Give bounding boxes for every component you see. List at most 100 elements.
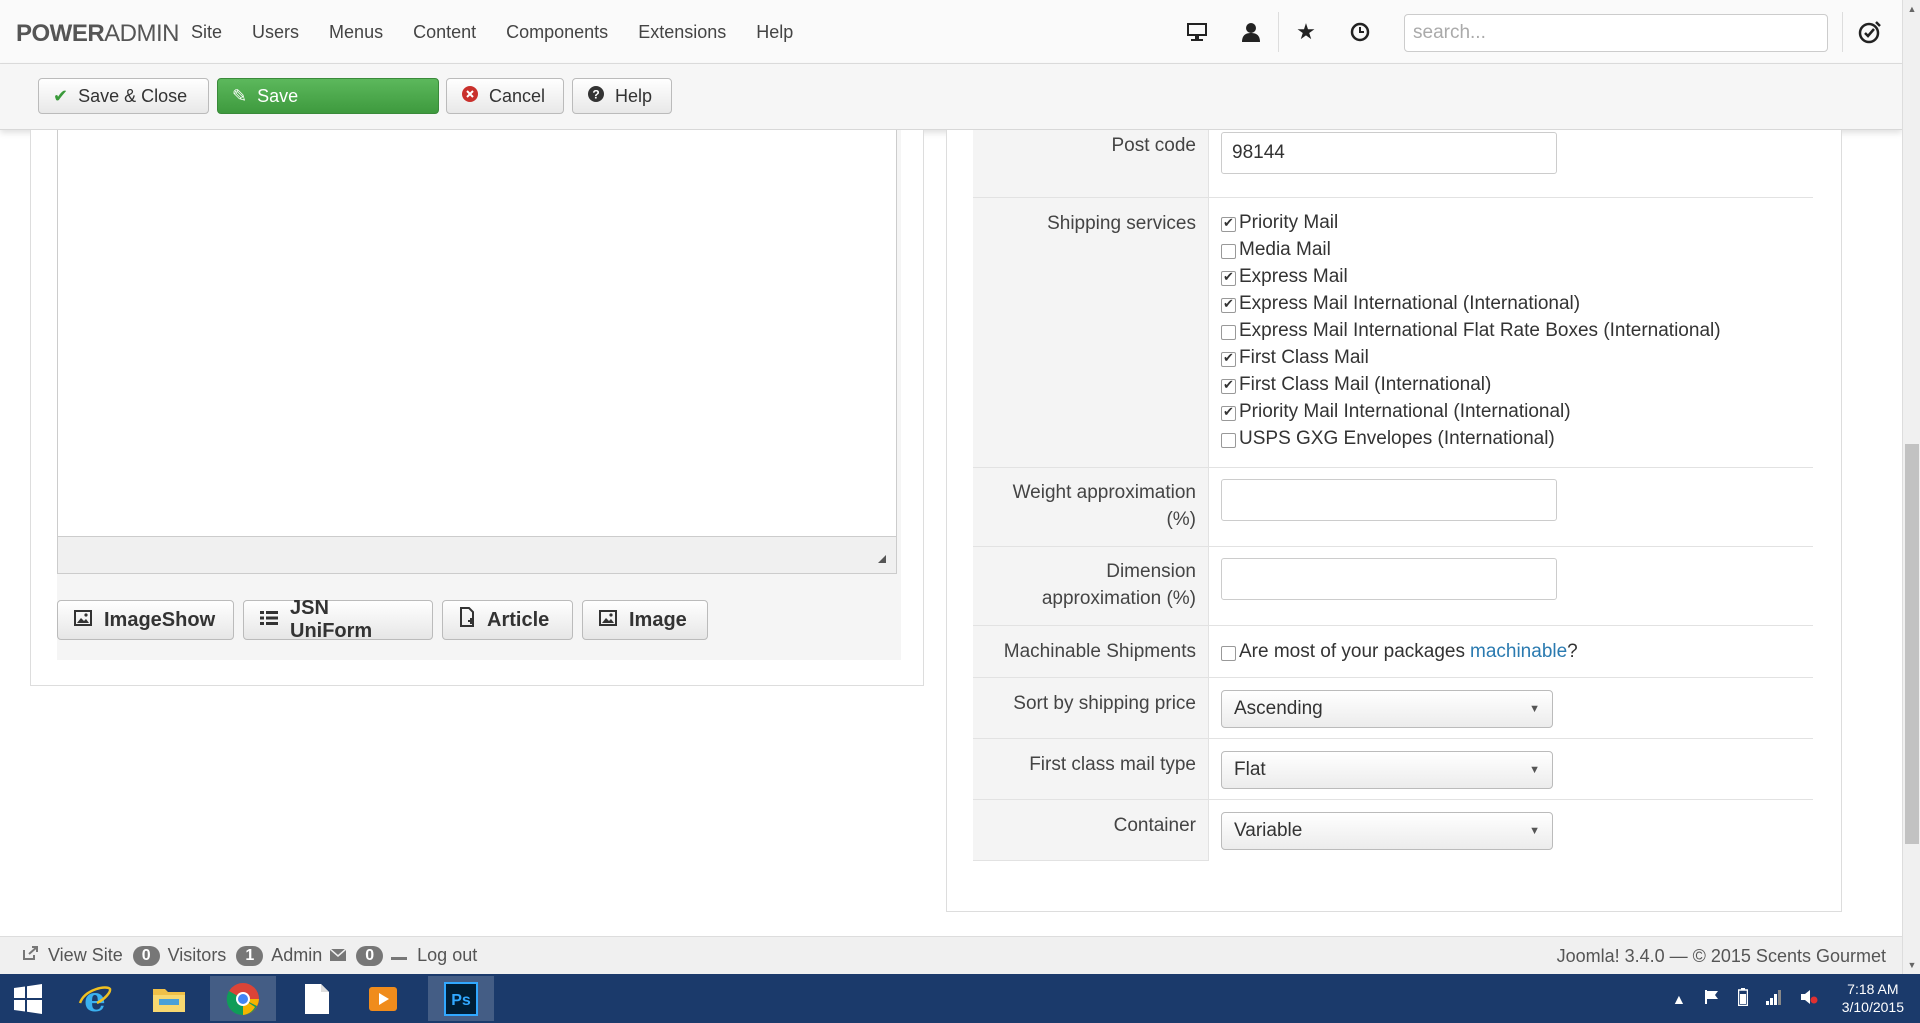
imageshow-button[interactable]: ImageShow — [57, 600, 234, 640]
page-scrollbar[interactable]: ▲ ▼ — [1902, 0, 1920, 974]
first-class-type-select[interactable]: Flat ▼ — [1221, 751, 1553, 789]
system-tray: ▲ — [1672, 974, 1818, 1023]
file-explorer-icon[interactable] — [136, 976, 202, 1021]
internet-explorer-icon[interactable]: e — [62, 976, 128, 1021]
photoshop-icon[interactable]: Ps — [428, 976, 494, 1021]
status-footer: View Site 0 Visitors 1 Admin 0 Log out J… — [0, 936, 1902, 974]
star-icon[interactable]: ★ — [1279, 0, 1333, 64]
checkbox-machinable[interactable] — [1221, 645, 1236, 661]
battery-icon[interactable] — [1737, 988, 1749, 1009]
shipping-option[interactable]: Express Mail — [1221, 263, 1813, 290]
tray-arrow-up-icon[interactable]: ▲ — [1672, 991, 1686, 1007]
menu-help[interactable]: Help — [741, 22, 808, 43]
user-icon[interactable] — [1224, 0, 1278, 64]
shipping-option[interactable]: USPS GXG Envelopes (International) — [1221, 425, 1813, 452]
option-label: Express Mail — [1239, 265, 1348, 287]
post-code-input[interactable] — [1221, 132, 1557, 174]
save-button[interactable]: ✎ Save — [217, 78, 439, 114]
resize-handle-icon[interactable] — [878, 555, 886, 563]
checkbox-first-class-mail-intl[interactable] — [1221, 377, 1236, 394]
messages-status[interactable]: 0 — [356, 945, 408, 966]
menu-users[interactable]: Users — [237, 22, 314, 43]
option-label: Express Mail International (Internationa… — [1239, 292, 1581, 314]
search-input[interactable] — [1404, 14, 1828, 52]
dimension-label-line1: Dimension — [1106, 561, 1196, 582]
container-value: Variable — [1234, 820, 1303, 841]
sort-price-select[interactable]: Ascending ▼ — [1221, 690, 1553, 728]
checkbox-express-mail-intl-flat[interactable] — [1221, 324, 1236, 340]
brand-logo[interactable]: POWERADMIN — [16, 20, 180, 48]
shipping-services-list: Priority Mail Media Mail Express Mail Ex… — [1209, 198, 1813, 467]
jsn-uniform-button[interactable]: JSN UniForm — [243, 597, 433, 642]
caret-down-icon: ▼ — [1529, 764, 1540, 776]
option-label: First Class Mail — [1239, 346, 1369, 368]
shipping-option[interactable]: First Class Mail — [1221, 344, 1813, 371]
menu-extensions[interactable]: Extensions — [623, 22, 741, 43]
sort-price-value: Ascending — [1234, 698, 1323, 719]
external-link-icon — [22, 945, 40, 966]
chrome-icon[interactable] — [210, 976, 276, 1021]
machinable-link[interactable]: machinable — [1470, 641, 1567, 663]
visitors-label: Visitors — [167, 945, 227, 965]
admin-badge: 1 — [236, 945, 264, 966]
checkbox-priority-mail-intl[interactable] — [1221, 404, 1236, 421]
svg-text:?: ? — [592, 87, 599, 101]
save-close-button[interactable]: ✔ Save & Close — [38, 78, 209, 114]
cancel-button[interactable]: Cancel — [446, 78, 564, 114]
first-class-type-value: Flat — [1234, 759, 1266, 780]
checkbox-express-mail-intl[interactable] — [1221, 296, 1236, 313]
signal-icon[interactable] — [1765, 989, 1782, 1008]
container-select[interactable]: Variable ▼ — [1221, 812, 1553, 850]
volume-muted-icon[interactable] — [1800, 989, 1818, 1008]
save-close-label: Save & Close — [78, 85, 188, 106]
post-code-label: Post code — [973, 130, 1209, 197]
checkbox-media-mail[interactable] — [1221, 243, 1236, 259]
editor-textarea[interactable] — [57, 130, 897, 537]
clock-icon[interactable] — [1333, 0, 1387, 64]
option-label: Priority Mail — [1239, 211, 1339, 233]
list-icon — [260, 609, 278, 632]
image-button[interactable]: Image — [582, 600, 708, 640]
clock-date: 3/10/2015 — [1841, 999, 1904, 1015]
checkbox-express-mail[interactable] — [1221, 269, 1236, 286]
monitor-icon[interactable] — [1170, 0, 1224, 64]
shipping-option[interactable]: Express Mail International (Internationa… — [1221, 290, 1813, 317]
scroll-down-icon[interactable]: ▼ — [1903, 956, 1920, 974]
shipping-option[interactable]: Express Mail International Flat Rate Box… — [1221, 317, 1813, 344]
shipping-option[interactable]: Priority Mail — [1221, 209, 1813, 236]
checkbox-priority-mail[interactable] — [1221, 215, 1236, 232]
media-player-icon[interactable] — [350, 976, 416, 1021]
menu-content[interactable]: Content — [398, 22, 491, 43]
editor-statusbar — [57, 536, 897, 574]
admin-status: 1 Admin — [236, 945, 347, 966]
flag-icon[interactable] — [1704, 989, 1720, 1008]
article-button[interactable]: Article — [442, 600, 573, 640]
shipping-option[interactable]: Priority Mail International (Internation… — [1221, 398, 1813, 425]
save-label: Save — [257, 85, 299, 106]
system-clock[interactable]: 7:18 AM 3/10/2015 — [1842, 980, 1904, 1016]
checkbox-usps-gxg[interactable] — [1221, 432, 1236, 448]
shipping-option[interactable]: First Class Mail (International) — [1221, 371, 1813, 398]
logout-link[interactable]: Log out — [417, 945, 477, 966]
document-icon[interactable] — [284, 976, 350, 1021]
machinable-option[interactable]: Are most of your packages machinable ? — [1221, 638, 1813, 665]
menu-components[interactable]: Components — [491, 22, 623, 43]
messages-badge: 0 — [356, 945, 384, 966]
image-label: Image — [629, 608, 687, 631]
menu-menus[interactable]: Menus — [314, 22, 398, 43]
checkbox-first-class-mail[interactable] — [1221, 350, 1236, 367]
settings-form: Post code Shipping services Priority Mai… — [973, 130, 1813, 861]
dimension-approx-input[interactable] — [1221, 558, 1557, 600]
option-label: First Class Mail (International) — [1239, 373, 1492, 395]
view-site-link[interactable]: View Site — [22, 945, 123, 966]
menu-site[interactable]: Site — [176, 22, 237, 43]
windows-start-icon[interactable] — [0, 976, 56, 1021]
envelope-icon — [329, 945, 347, 966]
scroll-thumb[interactable] — [1905, 444, 1919, 844]
question-icon: ? — [587, 85, 605, 108]
weight-approx-input[interactable] — [1221, 479, 1557, 521]
help-button[interactable]: ? Help — [572, 78, 672, 114]
scroll-up-icon[interactable]: ▲ — [1903, 0, 1920, 18]
shipping-option[interactable]: Media Mail — [1221, 236, 1813, 263]
notification-icon[interactable] — [1856, 18, 1884, 46]
